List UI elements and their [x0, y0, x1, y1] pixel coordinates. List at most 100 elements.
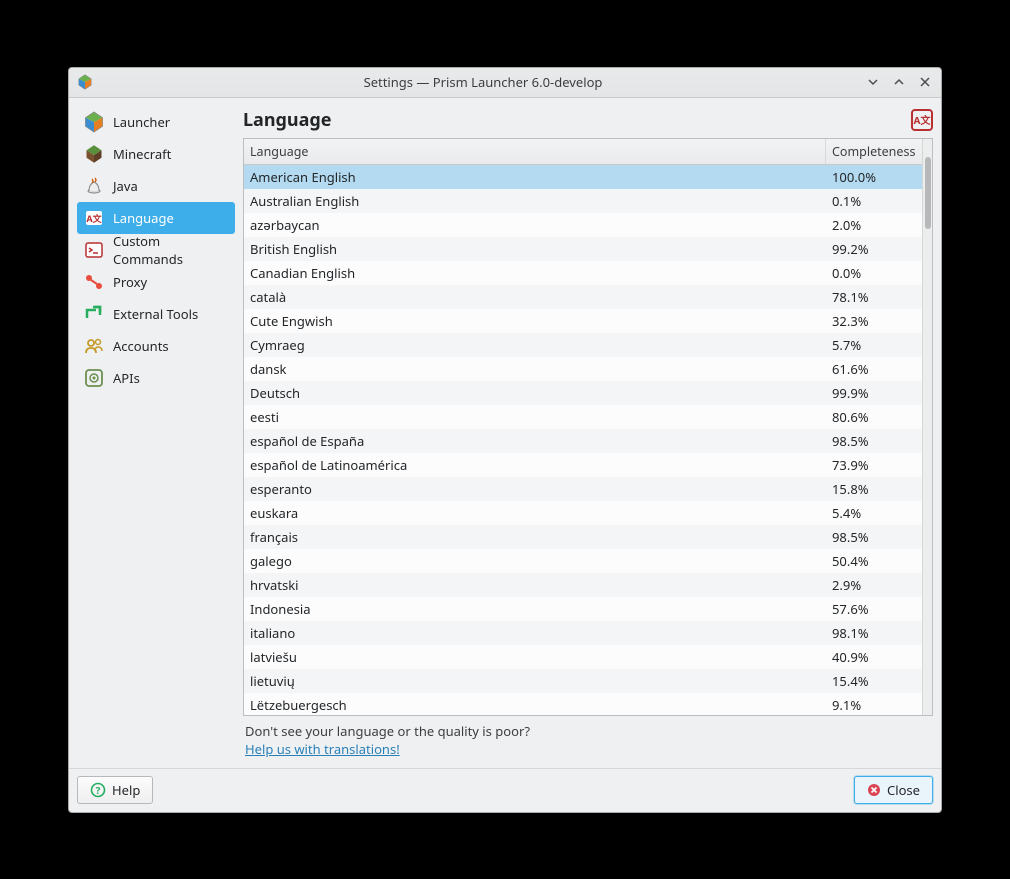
sidebar-item-label: Language	[113, 209, 174, 227]
language-icon: A文	[83, 207, 105, 229]
java-icon	[83, 175, 105, 197]
table-row[interactable]: Australian English0.1%	[244, 189, 922, 213]
table-row[interactable]: esperanto15.8%	[244, 477, 922, 501]
language-completeness: 0.0%	[826, 264, 922, 282]
table-row[interactable]: Cymraeg5.7%	[244, 333, 922, 357]
language-completeness: 61.6%	[826, 360, 922, 378]
table-row[interactable]: Canadian English0.0%	[244, 261, 922, 285]
help-button[interactable]: ? Help	[77, 776, 153, 804]
table-row[interactable]: Indonesia57.6%	[244, 597, 922, 621]
svg-text:A文: A文	[86, 212, 102, 225]
table-row[interactable]: latviešu40.9%	[244, 645, 922, 669]
sidebar-item-apis[interactable]: APIs	[77, 362, 235, 394]
sidebar-item-label: Proxy	[113, 273, 147, 291]
settings-window: Settings — Prism Launcher 6.0-develop La…	[68, 67, 942, 813]
minecraft-icon	[83, 143, 105, 165]
close-button[interactable]: Close	[854, 776, 933, 804]
dialog-footer: ? Help Close	[69, 768, 941, 812]
help-button-label: Help	[112, 781, 140, 799]
language-name: American English	[244, 168, 826, 186]
close-icon	[867, 783, 881, 797]
maximize-button[interactable]	[891, 74, 907, 90]
table-row[interactable]: français98.5%	[244, 525, 922, 549]
table-row[interactable]: hrvatski2.9%	[244, 573, 922, 597]
minimize-button[interactable]	[865, 74, 881, 90]
language-name: italiano	[244, 624, 826, 642]
table-row[interactable]: American English100.0%	[244, 165, 922, 189]
table-row[interactable]: euskara5.4%	[244, 501, 922, 525]
table-row[interactable]: galego50.4%	[244, 549, 922, 573]
language-name: Deutsch	[244, 384, 826, 402]
launcher-icon	[83, 111, 105, 133]
table-row[interactable]: español de Latinoamérica73.9%	[244, 453, 922, 477]
language-completeness: 98.5%	[826, 528, 922, 546]
language-completeness: 0.1%	[826, 192, 922, 210]
proxy-icon	[83, 271, 105, 293]
language-name: català	[244, 288, 826, 306]
language-completeness: 15.4%	[826, 672, 922, 690]
language-table: Language Completeness American English10…	[243, 138, 933, 716]
table-row[interactable]: azərbaycan2.0%	[244, 213, 922, 237]
language-name: galego	[244, 552, 826, 570]
close-button-label: Close	[887, 781, 920, 799]
sidebar-item-label: Accounts	[113, 337, 169, 355]
table-row[interactable]: Cute Engwish32.3%	[244, 309, 922, 333]
table-body: American English100.0%Australian English…	[244, 165, 922, 715]
accounts-icon	[83, 335, 105, 357]
close-window-button[interactable]	[917, 74, 933, 90]
language-completeness: 9.1%	[826, 696, 922, 714]
language-completeness: 40.9%	[826, 648, 922, 666]
sidebar-item-minecraft[interactable]: Minecraft	[77, 138, 235, 170]
language-completeness: 78.1%	[826, 288, 922, 306]
language-name: euskara	[244, 504, 826, 522]
language-completeness: 100.0%	[826, 168, 922, 186]
scrollbar-thumb[interactable]	[925, 157, 931, 229]
table-row[interactable]: italiano98.1%	[244, 621, 922, 645]
sidebar-item-label: Custom Commands	[113, 232, 229, 268]
table-row[interactable]: Lëtzebuergesch9.1%	[244, 693, 922, 715]
app-icon	[77, 74, 93, 90]
language-name: Cute Engwish	[244, 312, 826, 330]
language-completeness: 2.0%	[826, 216, 922, 234]
sidebar-item-language[interactable]: A文 Language	[77, 202, 235, 234]
language-completeness: 50.4%	[826, 552, 922, 570]
table-row[interactable]: British English99.2%	[244, 237, 922, 261]
language-name: Cymraeg	[244, 336, 826, 354]
titlebar: Settings — Prism Launcher 6.0-develop	[69, 68, 941, 98]
help-icon: ?	[90, 782, 106, 798]
sidebar-item-proxy[interactable]: Proxy	[77, 266, 235, 298]
sidebar-item-custom-commands[interactable]: Custom Commands	[77, 234, 235, 266]
table-row[interactable]: lietuvių15.4%	[244, 669, 922, 693]
sidebar-item-label: Java	[113, 177, 138, 195]
table-row[interactable]: Deutsch99.9%	[244, 381, 922, 405]
translation-help-link[interactable]: Help us with translations!	[245, 740, 400, 758]
language-completeness: 99.2%	[826, 240, 922, 258]
scrollbar[interactable]	[922, 139, 932, 715]
window-title: Settings — Prism Launcher 6.0-develop	[101, 73, 865, 91]
language-completeness: 98.1%	[826, 624, 922, 642]
column-header-language[interactable]: Language	[244, 139, 826, 164]
page-header: Language A文	[243, 106, 933, 134]
sidebar-item-accounts[interactable]: Accounts	[77, 330, 235, 362]
language-name: azərbaycan	[244, 216, 826, 234]
language-name: español de España	[244, 432, 826, 450]
table-row[interactable]: español de España98.5%	[244, 429, 922, 453]
language-name: latviešu	[244, 648, 826, 666]
language-name: British English	[244, 240, 826, 258]
table-row[interactable]: català78.1%	[244, 285, 922, 309]
translation-icon: A文	[911, 109, 933, 131]
language-completeness: 15.8%	[826, 480, 922, 498]
language-completeness: 98.5%	[826, 432, 922, 450]
table-row[interactable]: dansk61.6%	[244, 357, 922, 381]
sidebar-item-label: Minecraft	[113, 145, 171, 163]
sidebar-item-label: External Tools	[113, 305, 198, 323]
language-name: lietuvių	[244, 672, 826, 690]
language-name: español de Latinoamérica	[244, 456, 826, 474]
table-row[interactable]: eesti80.6%	[244, 405, 922, 429]
column-header-completeness[interactable]: Completeness	[826, 139, 922, 164]
sidebar-item-external-tools[interactable]: External Tools	[77, 298, 235, 330]
language-name: Lëtzebuergesch	[244, 696, 826, 714]
sidebar-item-launcher[interactable]: Launcher	[77, 106, 235, 138]
sidebar-item-java[interactable]: Java	[77, 170, 235, 202]
translation-hint: Don't see your language or the quality i…	[243, 716, 933, 760]
